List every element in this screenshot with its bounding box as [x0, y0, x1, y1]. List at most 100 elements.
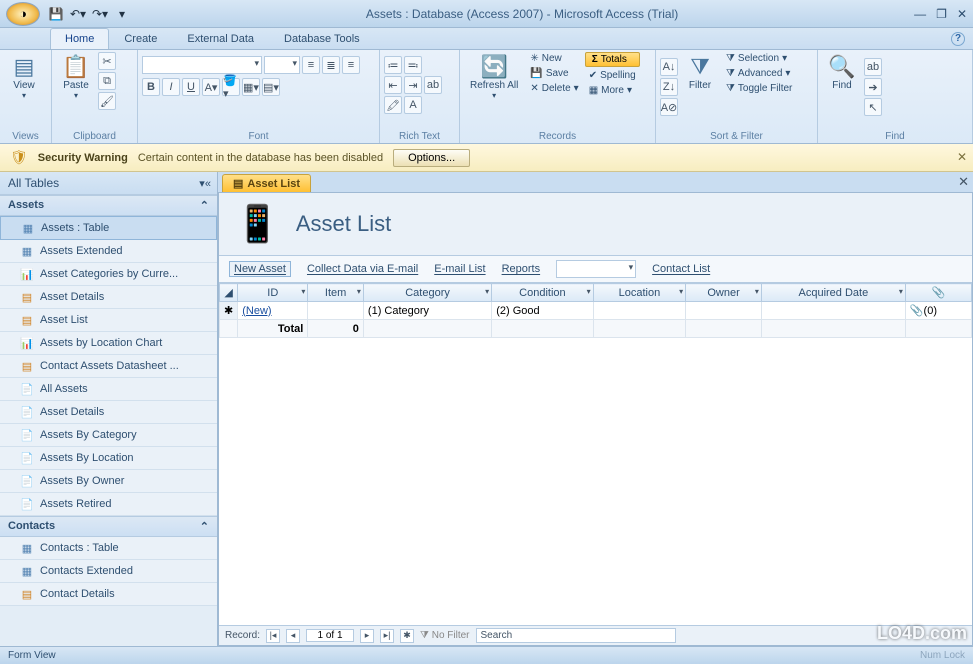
- nav-header[interactable]: All Tables▾ «: [0, 172, 217, 195]
- totals-button[interactable]: ΣTotals: [585, 52, 640, 67]
- clear-sort-icon[interactable]: A⊘: [660, 98, 678, 116]
- nav-item[interactable]: ▤Contact Details: [0, 583, 217, 606]
- goto-icon[interactable]: ➔: [864, 78, 882, 96]
- last-record-button[interactable]: ▸|: [380, 629, 394, 643]
- more-button[interactable]: ▦More▾: [585, 84, 640, 97]
- new-record-button[interactable]: ✳New: [526, 52, 582, 65]
- contact-list-link[interactable]: Contact List: [652, 263, 710, 275]
- tab-home[interactable]: Home: [50, 28, 109, 49]
- cell[interactable]: [308, 302, 364, 320]
- chevron-down-icon[interactable]: ▾ «: [199, 177, 209, 190]
- object-tab[interactable]: ▤Asset List: [222, 174, 311, 192]
- find-button[interactable]: 🔍Find: [822, 52, 862, 93]
- security-close-icon[interactable]: ✕: [957, 150, 967, 164]
- italic-button[interactable]: I: [162, 78, 180, 96]
- advanced-button[interactable]: ⧩Advanced▾: [722, 67, 796, 80]
- col-header[interactable]: Owner▾: [686, 284, 762, 302]
- align-left-icon[interactable]: ≡: [302, 56, 320, 74]
- nav-item[interactable]: ▤Asset Details: [0, 286, 217, 309]
- cell[interactable]: [761, 302, 905, 320]
- reports-combo[interactable]: [556, 260, 636, 278]
- nav-item[interactable]: 📄Assets By Owner: [0, 470, 217, 493]
- select-icon[interactable]: ↖: [864, 98, 882, 116]
- reports-link[interactable]: Reports: [502, 263, 541, 275]
- nav-item[interactable]: ▤Asset List: [0, 309, 217, 332]
- cell[interactable]: [593, 302, 686, 320]
- save-icon[interactable]: 💾: [48, 6, 64, 22]
- alt-row-icon[interactable]: ▤▾: [262, 78, 280, 96]
- nav-item[interactable]: 📄Assets By Location: [0, 447, 217, 470]
- gridlines-icon[interactable]: ▦▾: [242, 78, 260, 96]
- cell[interactable]: (1) Category: [363, 302, 491, 320]
- email-list-link[interactable]: E-mail List: [434, 263, 485, 275]
- align-center-icon[interactable]: ≣: [322, 56, 340, 74]
- minimize-icon[interactable]: —: [914, 7, 926, 21]
- col-header[interactable]: ID▾: [238, 284, 308, 302]
- copy-icon[interactable]: ⧉: [98, 72, 116, 90]
- align-right-icon[interactable]: ≡: [342, 56, 360, 74]
- help-icon[interactable]: ?: [951, 32, 965, 46]
- sort-desc-icon[interactable]: Z↓: [660, 78, 678, 96]
- first-record-button[interactable]: |◂: [266, 629, 280, 643]
- bold-button[interactable]: B: [142, 78, 160, 96]
- sort-asc-icon[interactable]: A↓: [660, 58, 678, 76]
- tab-create[interactable]: Create: [109, 28, 172, 49]
- nav-item[interactable]: 📄Assets Retired: [0, 493, 217, 516]
- nav-item[interactable]: ▦Contacts Extended: [0, 560, 217, 583]
- underline-button[interactable]: U: [182, 78, 200, 96]
- datasheet-grid[interactable]: ◢ID▾Item▾Category▾Condition▾Location▾Own…: [219, 283, 972, 625]
- nav-group-contacts[interactable]: Contacts⌃: [0, 516, 217, 537]
- nav-item[interactable]: ▦Assets : Table: [0, 216, 217, 240]
- bullets-icon[interactable]: ≔: [384, 56, 402, 74]
- ltr-icon[interactable]: ab: [424, 76, 442, 94]
- font-name-combo[interactable]: [142, 56, 262, 74]
- spelling-button[interactable]: ✔Spelling: [585, 69, 640, 82]
- paste-button[interactable]: 📋Paste▾: [56, 52, 96, 102]
- nav-item[interactable]: ▤Contact Assets Datasheet ...: [0, 355, 217, 378]
- col-header[interactable]: Category▾: [363, 284, 491, 302]
- save-record-button[interactable]: 💾Save: [526, 67, 582, 80]
- cell[interactable]: [686, 302, 762, 320]
- nav-item[interactable]: ▦Assets Extended: [0, 240, 217, 263]
- col-header[interactable]: Condition▾: [492, 284, 593, 302]
- next-record-button[interactable]: ▸: [360, 629, 374, 643]
- text-color-icon[interactable]: A: [404, 96, 422, 114]
- replace-icon[interactable]: ab: [864, 58, 882, 76]
- toggle-filter-button[interactable]: ⧩Toggle Filter: [722, 82, 796, 95]
- restore-icon[interactable]: ❐: [936, 7, 947, 21]
- nav-item[interactable]: 📊Assets by Location Chart: [0, 332, 217, 355]
- close-icon[interactable]: ✕: [957, 7, 967, 21]
- qat-more-icon[interactable]: ▾: [114, 6, 130, 22]
- collect-data-link[interactable]: Collect Data via E-mail: [307, 263, 418, 275]
- search-box[interactable]: Search: [476, 628, 676, 643]
- object-close-icon[interactable]: ✕: [958, 174, 969, 190]
- col-header[interactable]: Acquired Date▾: [761, 284, 905, 302]
- nav-group-assets[interactable]: Assets⌃: [0, 195, 217, 216]
- cell[interactable]: (New): [238, 302, 308, 320]
- col-header[interactable]: Item▾: [308, 284, 364, 302]
- selection-button[interactable]: ⧩Selection▾: [722, 52, 796, 65]
- cell[interactable]: (2) Good: [492, 302, 593, 320]
- nav-item[interactable]: 📊Asset Categories by Curre...: [0, 263, 217, 286]
- new-record-row[interactable]: ✱(New)(1) Category(2) Good📎(0): [220, 302, 972, 320]
- cut-icon[interactable]: ✂: [98, 52, 116, 70]
- redo-icon[interactable]: ↷▾: [92, 6, 108, 22]
- highlight-icon[interactable]: 🖍: [384, 96, 402, 114]
- font-size-combo[interactable]: [264, 56, 300, 74]
- format-painter-icon[interactable]: 🖌: [98, 92, 116, 110]
- delete-record-button[interactable]: ✕Delete▾: [526, 82, 582, 95]
- font-color-icon[interactable]: A▾: [202, 78, 220, 96]
- new-asset-link[interactable]: New Asset: [229, 261, 291, 277]
- nav-item[interactable]: ▦Contacts : Table: [0, 537, 217, 560]
- record-position[interactable]: [306, 629, 354, 642]
- tab-database-tools[interactable]: Database Tools: [269, 28, 375, 49]
- security-options-button[interactable]: Options...: [393, 149, 470, 167]
- undo-icon[interactable]: ↶▾: [70, 6, 86, 22]
- cell[interactable]: 📎(0): [905, 302, 971, 320]
- col-attachment[interactable]: 📎: [905, 284, 971, 302]
- row-selector-header[interactable]: ◢: [220, 284, 238, 302]
- office-button[interactable]: ◑: [6, 2, 40, 26]
- refresh-all-button[interactable]: 🔄Refresh All▾: [464, 52, 524, 102]
- col-header[interactable]: Location▾: [593, 284, 686, 302]
- prev-record-button[interactable]: ◂: [286, 629, 300, 643]
